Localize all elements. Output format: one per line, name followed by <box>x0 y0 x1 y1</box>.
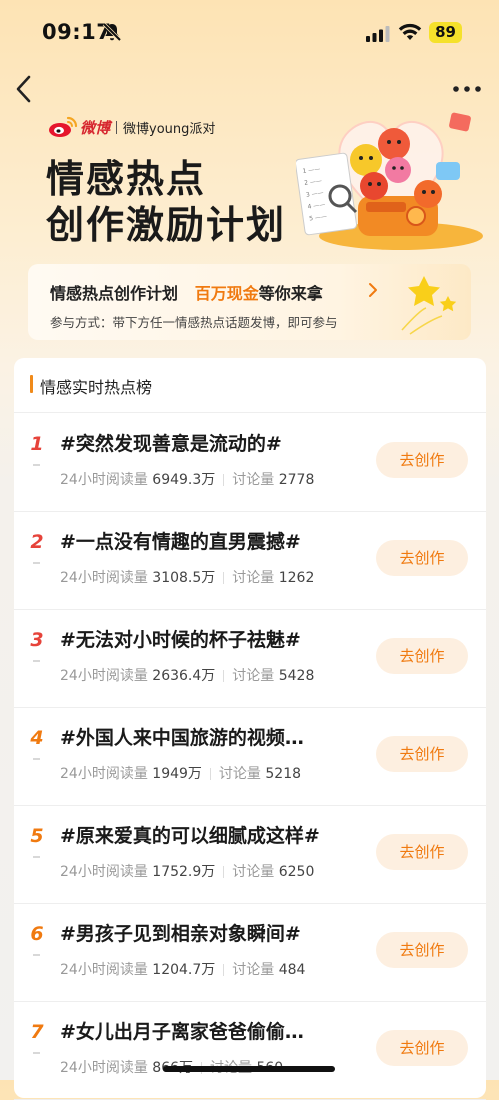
topic-title[interactable]: #突然发现善意是流动的# <box>60 429 282 456</box>
promo-card[interactable]: 情感热点创作计划 百万现金等你来拿 参与方式：带下方任一情感热点话题发博，即可参… <box>28 264 471 340</box>
discuss-label: 讨论量 <box>218 766 261 782</box>
create-button[interactable]: 去创作 <box>376 736 468 772</box>
battery-indicator: 89 <box>429 22 462 43</box>
read-count: 3108.5万 <box>152 570 216 586</box>
topic-title[interactable]: #男孩子见到相亲对象瞬间# <box>60 919 301 946</box>
read-label: 24小时阅读量 <box>60 472 148 488</box>
promo-headline-suffix: 等你来拿 <box>258 284 323 303</box>
create-button[interactable]: 去创作 <box>376 1030 468 1066</box>
rank-trend-dash <box>33 1052 40 1054</box>
read-count: 1204.7万 <box>152 962 216 978</box>
hot-topic-row[interactable]: 3 #无法对小时候的杯子祛魅# 24小时阅读量 2636.4万 讨论量 5428 … <box>14 609 486 708</box>
rank-number: 2 <box>30 531 44 553</box>
promo-highlight: 百万现金 <box>194 284 259 303</box>
stars-decoration-icon <box>401 276 457 335</box>
topic-title[interactable]: #原来爱真的可以细腻成这样# <box>60 821 320 848</box>
discuss-count: 484 <box>278 962 306 978</box>
rank-number: 1 <box>30 433 44 455</box>
silent-bell-icon <box>102 22 122 42</box>
topic-stats: 24小时阅读量 2636.4万 讨论量 5428 <box>60 665 314 685</box>
read-count: 2636.4万 <box>152 668 216 684</box>
hero-illustration: 1 ——2 ——3 ——4 ——5 —— <box>296 112 483 250</box>
stats-divider <box>223 474 225 486</box>
read-label: 24小时阅读量 <box>60 766 148 782</box>
rank-number: 7 <box>30 1021 44 1043</box>
wifi-icon <box>398 23 422 40</box>
rank-number: 4 <box>30 727 44 749</box>
more-options-icon[interactable] <box>452 84 482 94</box>
hot-topic-row[interactable]: 4 #外国人来中国旅游的视频… 24小时阅读量 1949万 讨论量 5218 去创… <box>14 707 486 806</box>
read-count: 6949.3万 <box>152 472 216 488</box>
rank-number: 6 <box>30 923 44 945</box>
chevron-right-icon <box>369 283 377 297</box>
discuss-count: 2778 <box>278 472 315 488</box>
stats-divider <box>223 572 225 584</box>
rank-number: 3 <box>30 629 44 651</box>
discuss-label: 讨论量 <box>232 962 275 978</box>
cellular-signal-icon <box>366 26 390 42</box>
hot-topic-row[interactable]: 7 #女儿出月子离家爸爸偷偷… 24小时阅读量 866万讨论量 560 去创作 <box>14 1001 486 1100</box>
topic-stats: 24小时阅读量 1204.7万 讨论量 484 <box>60 959 305 979</box>
hot-list-header: 情感实时热点榜 <box>14 358 486 413</box>
topic-stats: 24小时阅读量 1949万 讨论量 5218 <box>60 763 301 783</box>
promo-headline: 情感热点创作计划 百万现金等你来拿 <box>50 280 323 304</box>
rank-trend-dash <box>33 464 40 466</box>
weibo-logo-icon <box>49 116 78 137</box>
topic-title[interactable]: #无法对小时候的杯子祛魅# <box>60 625 301 652</box>
brand-name: 微博 <box>80 118 111 137</box>
read-count: 1949万 <box>152 766 202 782</box>
topic-stats: 24小时阅读量 3108.5万 讨论量 1262 <box>60 567 314 587</box>
discuss-label: 讨论量 <box>232 668 275 684</box>
status-bar: 09:17 89 <box>0 0 499 64</box>
rank-trend-dash <box>33 562 40 564</box>
rank-trend-dash <box>33 758 40 760</box>
read-count: 1752.9万 <box>152 864 216 880</box>
discuss-count: 6250 <box>278 864 315 880</box>
rank-trend-dash <box>33 660 40 662</box>
topic-stats: 24小时阅读量 6949.3万 讨论量 2778 <box>60 469 314 489</box>
read-label: 24小时阅读量 <box>60 1060 148 1076</box>
create-button[interactable]: 去创作 <box>376 638 468 674</box>
topic-title[interactable]: #女儿出月子离家爸爸偷偷… <box>60 1017 304 1044</box>
rank-number: 5 <box>30 825 44 847</box>
create-button[interactable]: 去创作 <box>376 834 468 870</box>
stats-divider <box>223 866 225 878</box>
hot-list-panel: 情感实时热点榜 1 #突然发现善意是流动的# 24小时阅读量 6949.3万 讨论… <box>14 358 486 1100</box>
create-button[interactable]: 去创作 <box>376 540 468 576</box>
hot-topic-row[interactable]: 1 #突然发现善意是流动的# 24小时阅读量 6949.3万 讨论量 2778 去… <box>14 413 486 512</box>
hot-topic-row[interactable]: 5 #原来爱真的可以细腻成这样# 24小时阅读量 1752.9万 讨论量 6250… <box>14 805 486 904</box>
discuss-count: 5218 <box>265 766 302 782</box>
read-label: 24小时阅读量 <box>60 668 148 684</box>
topic-stats: 24小时阅读量 1752.9万 讨论量 6250 <box>60 861 314 881</box>
brand-divider <box>116 120 118 134</box>
promo-plan-name: 情感热点创作计划 <box>50 284 179 303</box>
stats-divider <box>223 670 225 682</box>
read-label: 24小时阅读量 <box>60 864 148 880</box>
hot-topic-row[interactable]: 6 #男孩子见到相亲对象瞬间# 24小时阅读量 1204.7万 讨论量 484 去… <box>14 903 486 1002</box>
discuss-label: 讨论量 <box>232 864 275 880</box>
weibo-brand: 微博 微博young派对 <box>48 116 215 138</box>
create-button[interactable]: 去创作 <box>376 932 468 968</box>
back-arrow-icon[interactable] <box>14 74 34 104</box>
brand-subtitle: 微博young派对 <box>123 121 216 137</box>
discuss-label: 讨论量 <box>232 570 275 586</box>
create-button[interactable]: 去创作 <box>376 442 468 478</box>
read-label: 24小时阅读量 <box>60 570 148 586</box>
discuss-count: 1262 <box>278 570 315 586</box>
rank-trend-dash <box>33 856 40 858</box>
topic-title[interactable]: #一点没有情趣的直男震撼# <box>60 527 301 554</box>
home-indicator[interactable] <box>163 1066 335 1072</box>
title-accent-bar <box>30 375 33 393</box>
discuss-count: 5428 <box>278 668 315 684</box>
read-label: 24小时阅读量 <box>60 962 148 978</box>
promo-participation: 参与方式：带下方任一情感热点话题发博，即可参与 <box>50 315 338 330</box>
stats-divider <box>223 964 225 976</box>
rank-trend-dash <box>33 954 40 956</box>
hot-topic-row[interactable]: 2 #一点没有情趣的直男震撼# 24小时阅读量 3108.5万 讨论量 1262 … <box>14 511 486 610</box>
topic-title[interactable]: #外国人来中国旅游的视频… <box>60 723 304 750</box>
hero-title-line2: 创作激励计划 <box>46 203 287 247</box>
stats-divider <box>209 768 211 780</box>
hot-list-title: 情感实时热点榜 <box>40 378 153 397</box>
discuss-label: 讨论量 <box>232 472 275 488</box>
